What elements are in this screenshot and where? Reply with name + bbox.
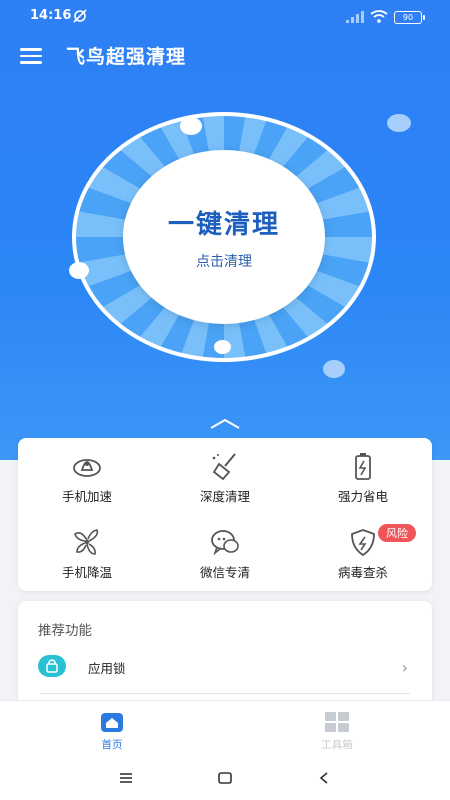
status-time: 14:16 xyxy=(30,8,72,23)
menu-icon[interactable] xyxy=(20,44,42,64)
orbit-dot xyxy=(180,117,202,135)
clean-subtitle: 点击清理 xyxy=(196,253,252,270)
tool-phone-cooling[interactable]: 手机降温 xyxy=(18,514,156,590)
recommend-item-app-lock[interactable]: 应用锁 › xyxy=(18,649,432,685)
tool-label: 手机加速 xyxy=(61,489,112,504)
bottom-navigation: 首页 工具箱 xyxy=(0,700,450,759)
recommend-item-label: 应用锁 xyxy=(88,661,126,676)
nav-label: 首页 xyxy=(101,739,123,751)
grid-icon xyxy=(325,712,349,732)
clean-button[interactable]: 一键清理 点击清理 xyxy=(123,150,325,324)
nav-toolbox[interactable]: 工具箱 xyxy=(277,711,397,752)
broom-icon xyxy=(212,453,236,480)
signal-icon xyxy=(346,8,364,27)
tool-virus-scan[interactable]: 病毒查杀 风险 xyxy=(294,514,432,590)
one-click-clean-dial[interactable]: 一键清理 点击清理 xyxy=(69,112,376,362)
wechat-icon xyxy=(211,530,239,556)
app-title: 飞鸟超强清理 xyxy=(66,46,187,68)
tool-label: 深度清理 xyxy=(199,489,250,504)
lock-icon xyxy=(38,655,66,677)
orbit-dot xyxy=(69,262,89,279)
chevron-right-icon: › xyxy=(401,658,408,677)
home-icon xyxy=(101,713,123,732)
tool-label: 手机降温 xyxy=(61,565,112,580)
nav-home[interactable]: 首页 xyxy=(52,711,172,752)
battery-indicator: 90 xyxy=(394,11,425,24)
orbit-dot xyxy=(214,340,231,354)
home-button-icon[interactable] xyxy=(217,770,233,789)
chevron-up-icon[interactable] xyxy=(208,414,242,434)
app-bar: 飞鸟超强清理 xyxy=(0,36,450,76)
decor-bubble xyxy=(323,360,345,378)
recommend-card: 推荐功能 应用锁 › xyxy=(18,601,432,711)
wifi-icon xyxy=(370,8,388,27)
tool-label: 强力省电 xyxy=(337,489,388,504)
clean-title: 一键清理 xyxy=(167,209,280,240)
nav-label: 工具箱 xyxy=(321,739,353,751)
recommend-title: 推荐功能 xyxy=(38,623,92,639)
divider xyxy=(40,693,410,694)
risk-badge: 风险 xyxy=(378,524,416,542)
tool-label: 病毒查杀 xyxy=(337,565,388,580)
tool-deep-clean[interactable]: 深度清理 xyxy=(156,438,294,514)
decor-bubble xyxy=(387,114,411,132)
tool-grid: 手机加速 深度清理 强力省电 手机降温 微信专清 病毒查杀 风险 xyxy=(18,438,432,591)
shield-icon xyxy=(351,529,375,556)
tool-label: 微信专清 xyxy=(199,565,250,580)
mute-icon xyxy=(72,8,88,27)
back-icon[interactable] xyxy=(318,770,330,789)
status-bar: 14:16 90 xyxy=(0,0,450,32)
tool-wechat-clean[interactable]: 微信专清 xyxy=(156,514,294,590)
fan-icon xyxy=(74,529,99,555)
hero-background: 14:16 90 飞鸟超强清理 一键清理 点击清理 xyxy=(0,0,450,460)
recents-icon[interactable] xyxy=(118,770,134,789)
tool-phone-speedup[interactable]: 手机加速 xyxy=(18,438,156,514)
rocket-icon xyxy=(73,459,101,477)
system-navigation-bar xyxy=(0,758,450,800)
battery-icon xyxy=(355,453,371,480)
tool-power-saving[interactable]: 强力省电 xyxy=(294,438,432,514)
